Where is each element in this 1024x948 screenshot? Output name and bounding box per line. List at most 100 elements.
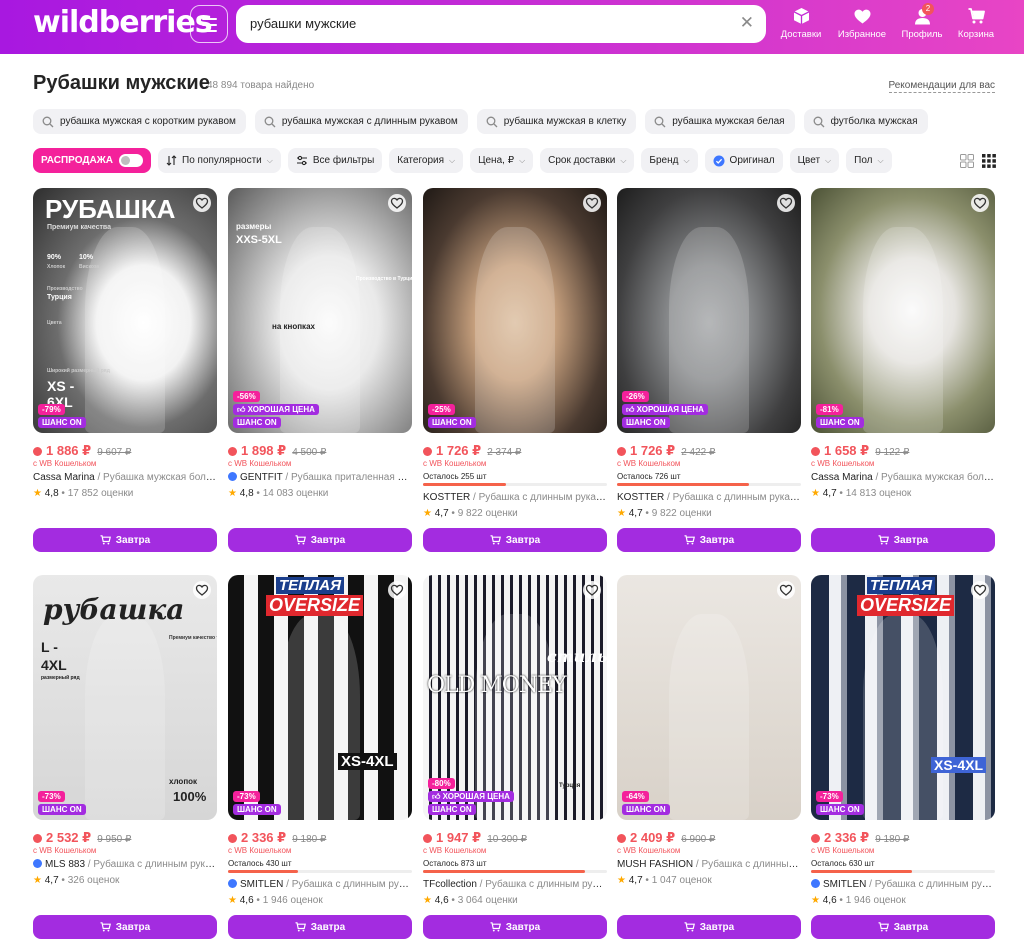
suggestion-chip[interactable]: рубашка мужская с длинным рукавом — [254, 109, 468, 134]
product-card[interactable]: рубашка L - 4XL размерный ряд Премиум качест… — [33, 575, 217, 945]
product-card[interactable]: РУБАШКА Премиум качества 90% 10% Хлопок Виско… — [33, 188, 217, 558]
verified-brand-icon — [228, 879, 237, 888]
results-count: 48 894 товара найдено — [207, 80, 315, 91]
product-photo[interactable]: стиль OLD MONEY Турция -80% 👍︎ ХОРОШАЯ ЦЕНА Ш… — [423, 575, 607, 820]
product-brand-name[interactable]: SMITLEN / Рубашка с длинным рукав... — [228, 879, 412, 890]
favorite-heart-icon[interactable] — [777, 581, 795, 599]
add-to-cart-button[interactable]: Завтра — [617, 915, 801, 939]
add-to-cart-button[interactable]: Завтра — [811, 915, 995, 939]
suggestion-chip[interactable]: рубашка мужская белая — [645, 109, 795, 134]
product-photo[interactable]: ТЕПЛАЯ OVERSIZE XS-4XL -73% ШАНС ON — [811, 575, 995, 820]
filter-category[interactable]: Категория ⌵ — [389, 148, 464, 173]
heart-icon — [836, 5, 888, 27]
product-card[interactable]: размеры XXS-5XL на кнопках Производство в Т… — [228, 188, 412, 558]
filter-color[interactable]: Цвет ⌵ — [789, 148, 840, 173]
product-brand-name[interactable]: Cassa Marina / Рубашка мужская больш... — [33, 472, 217, 483]
chance-badge: ШАНС ON — [622, 417, 670, 428]
favorite-heart-icon[interactable] — [971, 581, 989, 599]
stock-progress-fill — [617, 483, 750, 486]
nav-cart[interactable]: Корзина — [954, 5, 998, 40]
chance-badge: ШАНС ON — [428, 804, 476, 815]
add-to-cart-button[interactable]: Завтра — [423, 915, 607, 939]
nav-profile[interactable]: 2 Профиль — [900, 3, 944, 40]
product-photo[interactable]: -26% 👍︎ ХОРОШАЯ ЦЕНА ШАНС ON — [617, 188, 801, 433]
clear-search-icon[interactable]: ✕ — [740, 13, 754, 33]
product-brand-name[interactable]: KOSTTER / Рубашка с длинным рукаво... — [617, 492, 801, 503]
dot-separator: • — [836, 895, 846, 906]
favorite-heart-icon[interactable] — [583, 581, 601, 599]
discount-badge: -79% — [38, 404, 65, 415]
favorite-heart-icon[interactable] — [388, 581, 406, 599]
favorite-heart-icon[interactable] — [193, 581, 211, 599]
product-photo[interactable]: ТЕПЛАЯ OVERSIZE XS-4XL -73% ШАНС ON — [228, 575, 412, 820]
recommendations-link[interactable]: Рекомендации для вас — [888, 80, 995, 93]
product-card[interactable]: стиль OLD MONEY Турция -80% 👍︎ ХОРОШАЯ ЦЕНА Ш… — [423, 575, 607, 945]
discount-badge: -81% — [816, 404, 843, 415]
product-brand-name[interactable]: SMITLEN / Рубашка с длинным рукав... — [811, 879, 995, 890]
favorite-heart-icon[interactable] — [388, 194, 406, 212]
suggestion-chip[interactable]: футболка мужская — [803, 109, 928, 134]
all-filters-button[interactable]: Все фильтры — [287, 148, 383, 173]
product-brand-name[interactable]: GENTFIT / Рубашка приталенная на к... — [228, 472, 412, 483]
stock-progress-bar — [617, 483, 801, 486]
product-photo[interactable]: -81% ШАНС ON — [811, 188, 995, 433]
suggestion-chip[interactable]: рубашка мужская в клетку — [476, 109, 637, 134]
nav-favorites[interactable]: Избранное — [836, 5, 888, 40]
product-photo[interactable]: РУБАШКА Премиум качества 90% 10% Хлопок Виско… — [33, 188, 217, 433]
box-icon — [779, 5, 823, 27]
product-photo[interactable]: -64% ШАНС ON — [617, 575, 801, 820]
add-to-cart-button[interactable]: Завтра — [617, 528, 801, 552]
product-brand-name[interactable]: MUSH FASHION / Рубашка с длинным ру... — [617, 859, 801, 870]
stock-remaining: Осталось 430 шт — [228, 859, 292, 868]
product-card[interactable]: -26% 👍︎ ХОРОШАЯ ЦЕНА ШАНС ON 1 726 ₽ 2 422 ₽… — [617, 188, 801, 558]
product-card[interactable]: ТЕПЛАЯ OVERSIZE XS-4XL -73% ШАНС ON 2 336 ₽ 9 … — [228, 575, 412, 945]
product-name: Рубашка с длинным рукав... — [485, 879, 607, 890]
product-brand-name[interactable]: TFcollection / Рубашка с длинным рукав..… — [423, 879, 607, 890]
toggle-switch[interactable] — [119, 154, 143, 167]
menu-burger-button[interactable] — [190, 5, 228, 43]
add-to-cart-button[interactable]: Завтра — [811, 528, 995, 552]
product-brand-name[interactable]: KOSTTER / Рубашка с длинным рукаво... — [423, 492, 607, 503]
menu-line — [202, 18, 217, 20]
favorite-heart-icon[interactable] — [583, 194, 601, 212]
filter-gender[interactable]: Пол ⌵ — [846, 148, 892, 173]
favorite-heart-icon[interactable] — [193, 194, 211, 212]
product-card[interactable]: -25% ШАНС ON 1 726 ₽ 2 374 ₽ с WB Кошельком О… — [423, 188, 607, 558]
search-input[interactable]: рубашки мужские ✕ — [236, 5, 766, 43]
menu-line — [202, 24, 217, 26]
product-name: Рубашка приталенная на к... — [290, 472, 412, 483]
wildberries-logo[interactable]: wildberries — [33, 5, 213, 40]
favorite-heart-icon[interactable] — [971, 194, 989, 212]
add-to-cart-button[interactable]: Завтра — [423, 528, 607, 552]
separator: / — [476, 879, 486, 890]
search-query[interactable]: рубашки мужские — [250, 16, 356, 31]
sale-toggle[interactable]: РАСПРОДАЖА — [33, 148, 151, 173]
good-price-badge: 👍︎ ХОРОШАЯ ЦЕНА — [233, 404, 319, 415]
add-to-cart-button[interactable]: Завтра — [33, 528, 217, 552]
add-to-cart-button[interactable]: Завтра — [228, 915, 412, 939]
product-brand-name[interactable]: MLS 883 / Рубашка с длинным рукав... — [33, 859, 217, 870]
grid-small-view-icon[interactable] — [982, 154, 996, 173]
favorite-heart-icon[interactable] — [777, 194, 795, 212]
product-card[interactable]: -81% ШАНС ON 1 658 ₽ 9 122 ₽ с WB Кошельком C… — [811, 188, 995, 558]
nav-deliveries[interactable]: Доставки — [779, 5, 823, 40]
reviews-count: 1 946 оценок — [845, 895, 906, 906]
filter-delivery-time[interactable]: Срок доставки ⌵ — [540, 148, 635, 173]
verified-brand-icon — [228, 472, 237, 481]
product-card[interactable]: -64% ШАНС ON 2 409 ₽ 6 900 ₽ с WB Кошельком M… — [617, 575, 801, 945]
add-to-cart-button[interactable]: Завтра — [228, 528, 412, 552]
product-photo[interactable]: размеры XXS-5XL на кнопках Производство в Т… — [228, 188, 412, 433]
suggestion-chip[interactable]: рубашка мужская с коротким рукавом — [33, 109, 246, 134]
photo-caption: размеры — [236, 222, 272, 231]
grid-large-view-icon[interactable] — [960, 154, 974, 173]
product-brand-name[interactable]: Cassa Marina / Рубашка мужская больш... — [811, 472, 995, 483]
filter-original[interactable]: Оригинал — [704, 148, 783, 173]
product-photo[interactable]: рубашка L - 4XL размерный ряд Премиум качест… — [33, 575, 217, 820]
filter-brand[interactable]: Бренд ⌵ — [641, 148, 698, 173]
product-photo[interactable]: -25% ШАНС ON — [423, 188, 607, 433]
product-card[interactable]: ТЕПЛАЯ OVERSIZE XS-4XL -73% ШАНС ON 2 336 ₽ 9 … — [811, 575, 995, 945]
sort-dropdown[interactable]: По популярности ⌵ — [158, 148, 281, 173]
filter-price[interactable]: Цена, ₽ ⌵ — [470, 148, 534, 173]
price-row: 2 409 ₽ 6 900 ₽ — [617, 830, 715, 846]
add-to-cart-button[interactable]: Завтра — [33, 915, 217, 939]
